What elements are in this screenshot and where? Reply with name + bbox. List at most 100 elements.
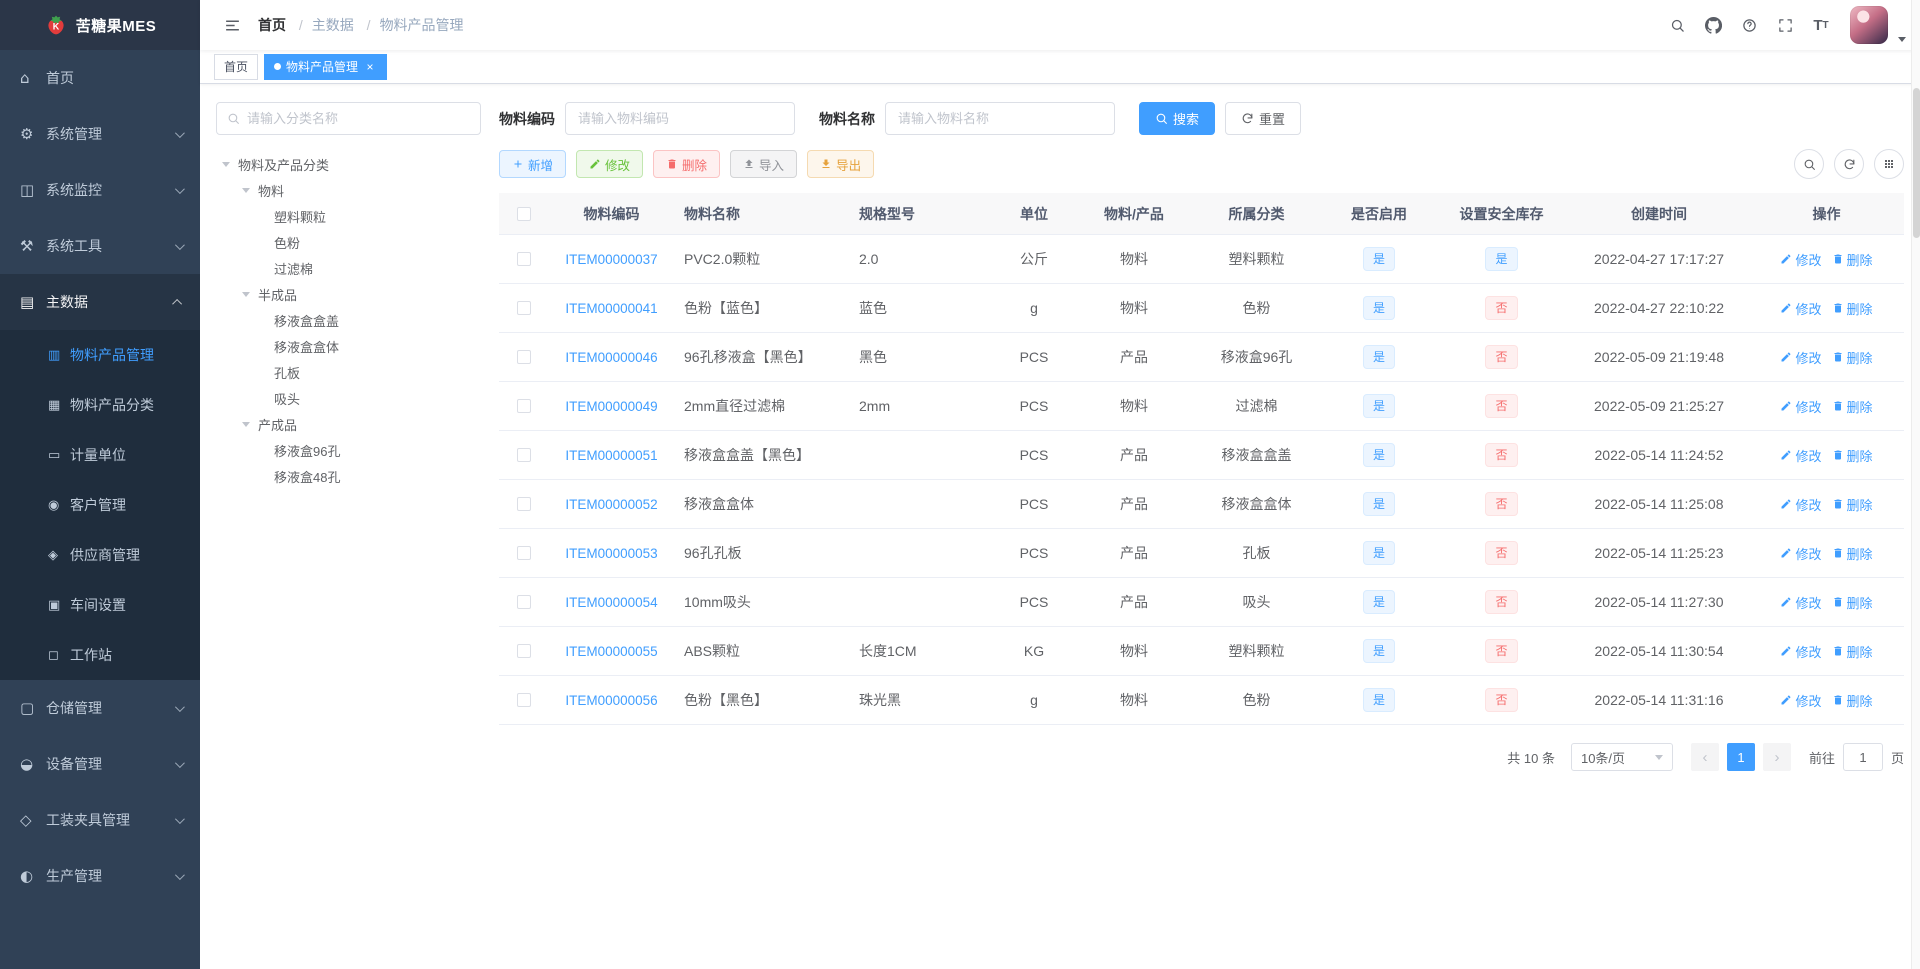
material-code-link[interactable]: ITEM00000052: [565, 497, 657, 512]
material-code-link[interactable]: ITEM00000051: [565, 448, 657, 463]
material-code-link[interactable]: ITEM00000056: [565, 693, 657, 708]
material-code-link[interactable]: ITEM00000055: [565, 644, 657, 659]
safety-stock-badge[interactable]: 否: [1485, 394, 1518, 418]
sidebar-item[interactable]: 客户管理: [0, 480, 200, 530]
breadcrumb-item[interactable]: 主数据: [312, 15, 380, 35]
row-edit-link[interactable]: 修改: [1780, 348, 1822, 367]
safety-stock-badge[interactable]: 否: [1485, 296, 1518, 320]
material-code-link[interactable]: ITEM00000049: [565, 399, 657, 414]
caret-down-icon[interactable]: [242, 291, 250, 297]
delete-button[interactable]: 删除: [653, 150, 721, 178]
add-button[interactable]: 新增: [499, 150, 567, 178]
avatar[interactable]: [1850, 6, 1888, 44]
tree-node[interactable]: 移液盒48孔: [216, 463, 481, 489]
fullscreen-icon[interactable]: [1770, 0, 1800, 50]
tree-node[interactable]: 孔板: [216, 359, 481, 385]
enabled-badge[interactable]: 是: [1362, 688, 1395, 712]
row-edit-link[interactable]: 修改: [1780, 397, 1822, 416]
sidebar-item[interactable]: 计量单位: [0, 430, 200, 480]
tree-node[interactable]: 产成品: [216, 411, 481, 437]
reset-button[interactable]: 重置: [1225, 102, 1302, 135]
goto-page-input[interactable]: [1842, 743, 1883, 771]
page-1-button[interactable]: 1: [1726, 743, 1755, 771]
material-code-link[interactable]: ITEM00000054: [565, 595, 657, 610]
row-checkbox[interactable]: [517, 497, 531, 511]
breadcrumb-item[interactable]: 首页: [258, 15, 312, 35]
tab[interactable]: 首页: [214, 53, 259, 80]
next-page-button[interactable]: [1762, 743, 1791, 771]
row-checkbox[interactable]: [517, 399, 531, 413]
safety-stock-badge[interactable]: 否: [1485, 639, 1518, 663]
safety-stock-badge[interactable]: 否: [1485, 590, 1518, 614]
category-search-input[interactable]: [247, 111, 470, 126]
tree-node[interactable]: 吸头: [216, 385, 481, 411]
row-edit-link[interactable]: 修改: [1780, 299, 1822, 318]
caret-down-icon[interactable]: [1898, 37, 1906, 42]
safety-stock-badge[interactable]: 否: [1485, 492, 1518, 516]
row-edit-link[interactable]: 修改: [1780, 642, 1822, 661]
page-size-select[interactable]: 10条/页: [1570, 743, 1673, 771]
sidebar-item[interactable]: 供应商管理: [0, 530, 200, 580]
safety-stock-badge[interactable]: 否: [1485, 688, 1518, 712]
hamburger-icon[interactable]: [214, 7, 250, 43]
row-edit-link[interactable]: 修改: [1780, 544, 1822, 563]
row-edit-link[interactable]: 修改: [1780, 593, 1822, 612]
font-size-icon[interactable]: TT: [1806, 0, 1836, 50]
app-logo[interactable]: K 苦糖果MES: [0, 0, 200, 50]
sidebar-item[interactable]: 工作站: [0, 630, 200, 680]
search-button[interactable]: 搜索: [1139, 102, 1216, 135]
row-checkbox[interactable]: [517, 693, 531, 707]
tree-node[interactable]: 过滤棉: [216, 255, 481, 281]
row-delete-link[interactable]: 删除: [1832, 544, 1873, 563]
row-edit-link[interactable]: 修改: [1780, 446, 1822, 465]
row-delete-link[interactable]: 删除: [1832, 642, 1873, 661]
enabled-badge[interactable]: 是: [1362, 443, 1395, 467]
row-delete-link[interactable]: 删除: [1832, 348, 1873, 367]
tab-close-icon[interactable]: [363, 60, 377, 74]
enabled-badge[interactable]: 是: [1362, 590, 1395, 614]
row-checkbox[interactable]: [517, 546, 531, 560]
github-icon[interactable]: [1698, 0, 1728, 50]
caret-down-icon[interactable]: [222, 161, 230, 167]
sidebar-item[interactable]: 生产管理: [0, 848, 200, 904]
row-delete-link[interactable]: 删除: [1832, 250, 1873, 269]
tree-node[interactable]: 物料及产品分类: [216, 151, 481, 177]
sidebar-item[interactable]: 首页: [0, 50, 200, 106]
sidebar-item[interactable]: 系统管理: [0, 106, 200, 162]
tree-node[interactable]: 移液盒盒盖: [216, 307, 481, 333]
edit-button[interactable]: 修改: [576, 150, 644, 178]
name-input[interactable]: [885, 102, 1115, 135]
row-checkbox[interactable]: [517, 448, 531, 462]
enabled-badge[interactable]: 是: [1362, 394, 1395, 418]
prev-page-button[interactable]: [1690, 743, 1719, 771]
safety-stock-badge[interactable]: 否: [1485, 443, 1518, 467]
tree-node[interactable]: 移液盒96孔: [216, 437, 481, 463]
row-checkbox[interactable]: [517, 252, 531, 266]
enabled-badge[interactable]: 是: [1362, 296, 1395, 320]
tree-node[interactable]: 物料: [216, 177, 481, 203]
sidebar-item[interactable]: 物料产品分类: [0, 380, 200, 430]
tree-node[interactable]: 移液盒盒体: [216, 333, 481, 359]
sidebar-item[interactable]: 物料产品管理: [0, 330, 200, 380]
tab[interactable]: 物料产品管理: [264, 53, 388, 80]
row-delete-link[interactable]: 删除: [1832, 691, 1873, 710]
row-checkbox[interactable]: [517, 644, 531, 658]
enabled-badge[interactable]: 是: [1362, 541, 1395, 565]
row-delete-link[interactable]: 删除: [1832, 593, 1873, 612]
search-toggle-icon[interactable]: [1794, 149, 1824, 179]
sidebar-item[interactable]: 仓储管理: [0, 680, 200, 736]
import-button[interactable]: 导入: [730, 150, 798, 178]
enabled-badge[interactable]: 是: [1362, 345, 1395, 369]
scrollbar[interactable]: [1911, 0, 1920, 969]
sidebar-item[interactable]: 设备管理: [0, 736, 200, 792]
sidebar-item[interactable]: 主数据: [0, 274, 200, 330]
caret-down-icon[interactable]: [242, 421, 250, 427]
tree-node[interactable]: 半成品: [216, 281, 481, 307]
select-all-checkbox[interactable]: [517, 206, 531, 221]
question-icon[interactable]: [1734, 0, 1764, 50]
export-button[interactable]: 导出: [807, 150, 875, 178]
search-icon[interactable]: [1662, 0, 1692, 50]
tree-node[interactable]: 塑料颗粒: [216, 203, 481, 229]
row-delete-link[interactable]: 删除: [1832, 397, 1873, 416]
row-edit-link[interactable]: 修改: [1780, 691, 1822, 710]
